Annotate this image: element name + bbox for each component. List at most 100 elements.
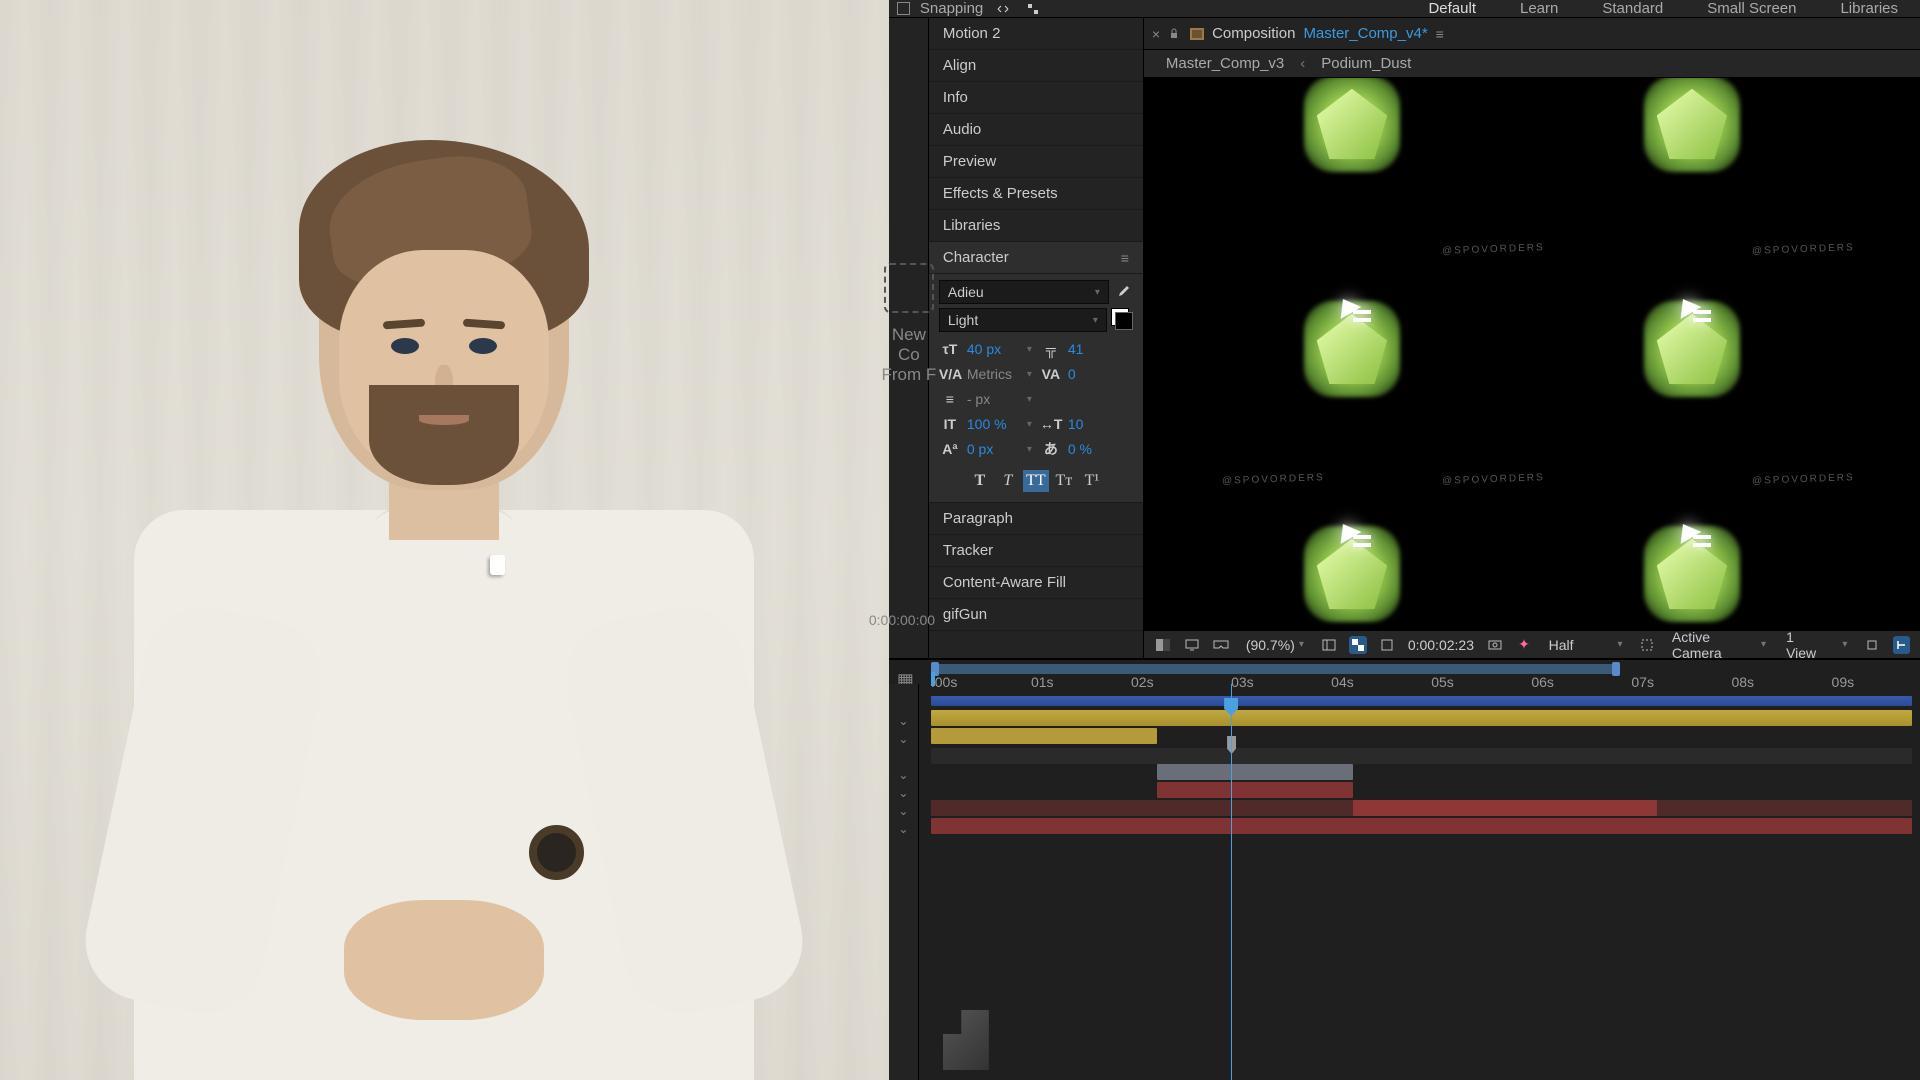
font-family-value: Adieu (948, 284, 984, 300)
comp-tab-name[interactable]: Master_Comp_v4* (1303, 25, 1427, 42)
workspace-tab-learn[interactable]: Learn (1498, 0, 1580, 18)
time-indicator-secondary[interactable] (1231, 684, 1232, 1080)
fast-preview-icon[interactable] (1893, 636, 1910, 654)
snap-edges-icon[interactable] (1023, 1, 1043, 17)
presenter-webcam (0, 0, 889, 1080)
layer-twirl-icon[interactable]: ⌄ (889, 766, 918, 784)
panel-motion2[interactable]: Motion 2 (929, 18, 1143, 50)
new-comp-placeholder[interactable]: New Co From F (879, 263, 939, 385)
layer-bar[interactable] (931, 818, 1912, 834)
panel-gifgun[interactable]: gifGun (929, 599, 1143, 631)
right-panels-stack: Motion 2 Align Info Audio Preview Effect… (929, 18, 1144, 658)
layer-bar[interactable] (1157, 782, 1353, 798)
panel-info[interactable]: Info (929, 82, 1143, 114)
viewer-footer: (90.7%)▾ 0:00:02:23 ✦ Half▾ Active Camer… (1144, 630, 1920, 658)
eyedropper-icon[interactable] (1113, 280, 1133, 304)
chevron-left-icon[interactable]: ‹ (1300, 55, 1305, 72)
new-comp-line1: New Co (879, 325, 939, 365)
workspace-tab-small-screen[interactable]: Small Screen (1685, 0, 1818, 18)
layer-bar[interactable] (931, 696, 1912, 706)
workspace-switcher: Default Learn Standard Small Screen Libr… (1406, 0, 1920, 18)
region-icon[interactable] (1639, 636, 1656, 654)
panel-effects-presets[interactable]: Effects & Presets (929, 178, 1143, 210)
hscale-field[interactable]: ↔T10 (1040, 413, 1133, 435)
workspace-tab-libraries[interactable]: Libraries (1818, 0, 1920, 18)
tsume-field[interactable]: あ0 % (1040, 438, 1133, 460)
small-caps-button[interactable]: Tᴛ (1051, 470, 1077, 492)
faux-bold-button[interactable]: T (967, 470, 993, 492)
zoom-dropdown[interactable]: (90.7%)▾ (1242, 637, 1308, 653)
track-row (931, 748, 1912, 764)
camera-dropdown[interactable]: Active Camera▾ (1668, 629, 1770, 661)
hscale-icon: ↔T (1040, 416, 1062, 432)
panel-audio[interactable]: Audio (929, 114, 1143, 146)
font-size-field[interactable]: τT40 px▾ (939, 338, 1032, 360)
font-size-icon: τT (939, 341, 961, 357)
faux-italic-button[interactable]: T (995, 470, 1021, 492)
transparency-grid-icon[interactable] (1349, 636, 1366, 654)
font-weight-dropdown[interactable]: Light ▾ (939, 308, 1107, 332)
snapping-checkbox[interactable] (897, 2, 910, 15)
breadcrumb-root[interactable]: Master_Comp_v3 (1166, 55, 1284, 72)
panel-character[interactable]: Character ≡ (929, 242, 1143, 274)
lock-icon[interactable] (1168, 27, 1182, 41)
breadcrumb-child[interactable]: Podium_Dust (1321, 55, 1411, 72)
pixel-aspect-icon[interactable] (1863, 636, 1880, 654)
stroke-width-field[interactable]: ≡- px▾ (939, 388, 1032, 410)
kerning-icon: V/A (939, 366, 961, 382)
snap-options-icon[interactable] (993, 1, 1013, 17)
workspace-tab-standard[interactable]: Standard (1580, 0, 1685, 18)
layer-bar[interactable] (931, 728, 1157, 744)
panel-libraries[interactable]: Libraries (929, 210, 1143, 242)
in-point-marker[interactable] (931, 672, 935, 686)
panel-paragraph[interactable]: Paragraph (929, 503, 1143, 535)
superscript-button[interactable]: T¹ (1079, 470, 1105, 492)
composition-viewport[interactable]: @SPOVORDERS @SPOVORDERS @SPOVORDERS @SPO… (1144, 78, 1920, 630)
footage-timecode: 0:00:00:00 (869, 612, 935, 628)
layer-twirl-icon[interactable]: ⌄ (889, 784, 918, 802)
project-panel-strip: New Co From F 0:00:00:00 (889, 18, 929, 658)
panel-align[interactable]: Align (929, 50, 1143, 82)
leading-icon: ╦ (1040, 341, 1062, 357)
close-tab-icon[interactable]: × (1152, 26, 1160, 42)
snapping-label: Snapping (920, 0, 983, 17)
tracking-field[interactable]: VA0 (1040, 363, 1133, 385)
channel-icon[interactable]: ✦ (1515, 636, 1532, 654)
composition-viewer: × Composition Master_Comp_v4* ≡ Master_C… (1144, 18, 1920, 658)
timeline-panel: ▦ :00s 01s 02s 03s 04s 05s 06s 07s 08s 0… (889, 658, 1920, 1080)
baseline-field[interactable]: Aª0 px▾ (939, 438, 1032, 460)
layer-tracks: ⌄ ⌄ ⌄ ⌄ ⌄ ⌄ (889, 684, 1920, 1080)
baseline-icon: Aª (939, 441, 961, 457)
layer-twirl-icon[interactable]: ⌄ (889, 802, 918, 820)
viewer-menu-icon[interactable]: ≡ (1436, 26, 1444, 42)
layer-bar[interactable] (931, 710, 1912, 726)
mask-toggle-icon[interactable] (1379, 636, 1396, 654)
panel-tracker[interactable]: Tracker (929, 535, 1143, 567)
layer-bar[interactable] (1157, 764, 1353, 780)
snapshot-icon[interactable] (1486, 636, 1503, 654)
resolution-icon[interactable] (1320, 636, 1337, 654)
panel-menu-icon[interactable]: ≡ (1121, 242, 1129, 274)
all-caps-button[interactable]: TT (1023, 470, 1049, 492)
resolution-dropdown[interactable]: Half▾ (1545, 637, 1627, 653)
fill-stroke-swatch[interactable] (1111, 308, 1133, 330)
vscale-icon: IT (939, 416, 961, 432)
font-family-dropdown[interactable]: Adieu ▾ (939, 280, 1109, 304)
layer-twirl-icon[interactable]: ⌄ (889, 730, 918, 748)
current-time-display[interactable]: 0:00:02:23 (1408, 637, 1474, 653)
views-dropdown[interactable]: 1 View▾ (1782, 629, 1851, 661)
panel-preview[interactable]: Preview (929, 146, 1143, 178)
tracking-icon: VA (1040, 366, 1062, 382)
panel-content-aware-fill[interactable]: Content-Aware Fill (929, 567, 1143, 599)
alpha-toggle-icon[interactable] (1154, 636, 1171, 654)
screen-icon[interactable] (1183, 636, 1200, 654)
vscale-field[interactable]: IT100 %▾ (939, 413, 1032, 435)
kerning-field[interactable]: V/AMetrics▾ (939, 363, 1032, 385)
workspace-tab-default[interactable]: Default (1406, 0, 1498, 18)
layer-twirl-icon[interactable]: ⌄ (889, 712, 918, 730)
goggles-icon[interactable] (1213, 636, 1230, 654)
layer-bar[interactable] (1353, 800, 1657, 816)
leading-field[interactable]: ╦41 (1040, 338, 1133, 360)
work-area-bar[interactable] (931, 664, 1620, 674)
layer-twirl-icon[interactable]: ⌄ (889, 820, 918, 838)
